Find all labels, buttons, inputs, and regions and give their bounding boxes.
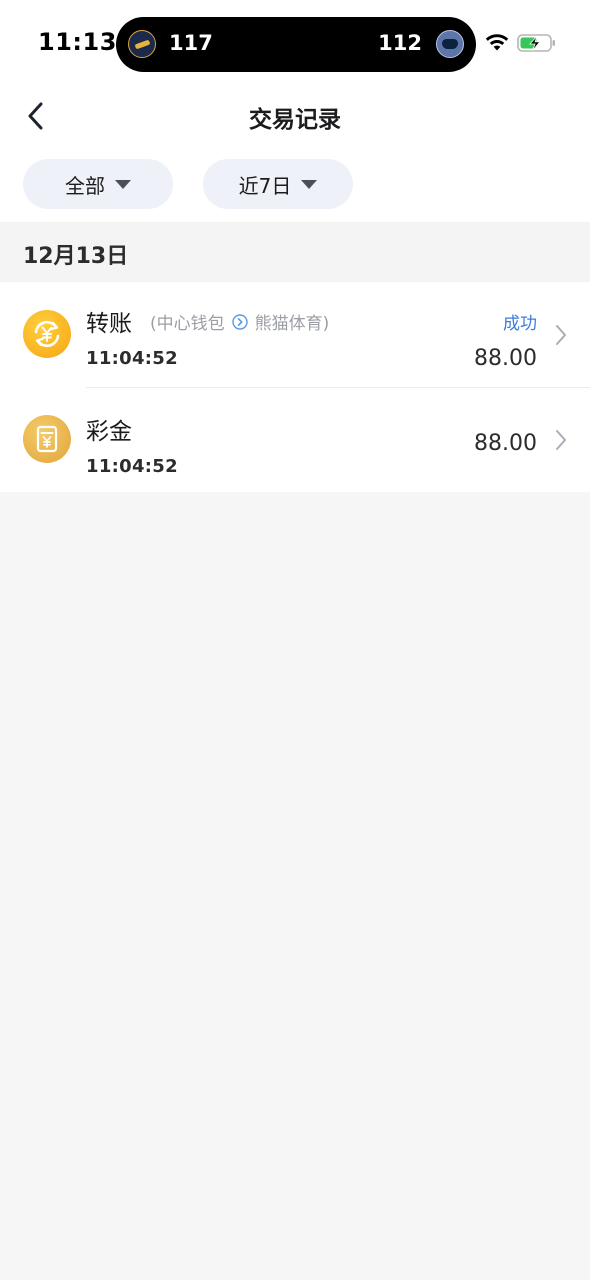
transfer-route: (中心钱包 熊猫体育) xyxy=(150,309,329,334)
transaction-amount: 88.00 xyxy=(474,346,537,371)
type-filter-label: 全部 xyxy=(65,173,105,198)
status-badge: 成功 xyxy=(503,314,537,334)
transfer-yen-icon xyxy=(23,310,71,358)
transaction-amount: 88.00 xyxy=(474,431,537,456)
filter-bar: 全部 近7日 xyxy=(0,144,590,222)
page-title: 交易记录 xyxy=(249,107,341,133)
live-activity-scoreboard[interactable]: 117 112 xyxy=(116,17,476,72)
away-score: 112 xyxy=(378,31,422,55)
date-section-header: 12月13日 xyxy=(0,222,590,282)
caret-down-icon xyxy=(301,179,318,189)
transaction-row-transfer[interactable]: 转账 (中心钱包 熊猫体育) 成功 11:04:52 88.00 xyxy=(0,282,590,388)
date-range-filter-label: 近7日 xyxy=(238,173,292,198)
transaction-time: 11:04:52 xyxy=(86,456,178,477)
route-to: 熊猫体育) xyxy=(254,314,330,334)
transaction-title: 彩金 xyxy=(86,419,132,445)
transaction-title: 转账 xyxy=(86,311,132,337)
bonus-voucher-icon xyxy=(23,415,71,463)
route-from: (中心钱包 xyxy=(150,314,225,334)
caret-down-icon xyxy=(115,179,131,189)
circle-arrow-right-icon xyxy=(231,313,248,330)
grizzlies-logo-icon xyxy=(436,30,464,58)
chevron-right-icon xyxy=(556,325,566,345)
status-time: 11:13 xyxy=(38,28,117,56)
date-range-filter-dropdown[interactable]: 近7日 xyxy=(203,159,353,209)
battery-charging-icon xyxy=(517,34,555,52)
home-score: 117 xyxy=(169,31,213,55)
date-label: 12月13日 xyxy=(23,244,129,269)
transaction-list: 转账 (中心钱包 熊猫体育) 成功 11:04:52 88.00 彩金 11:0… xyxy=(0,282,590,492)
wifi-icon xyxy=(485,34,509,51)
jazz-logo-icon xyxy=(128,30,156,58)
type-filter-dropdown[interactable]: 全部 xyxy=(23,159,173,209)
transaction-row-bonus[interactable]: 彩金 11:04:52 88.00 xyxy=(0,387,590,492)
transaction-time: 11:04:52 xyxy=(86,348,178,369)
navigation-bar: 交易记录 xyxy=(0,88,590,144)
status-bar: 11:13 117 112 xyxy=(0,0,590,88)
chevron-right-icon xyxy=(556,430,566,450)
